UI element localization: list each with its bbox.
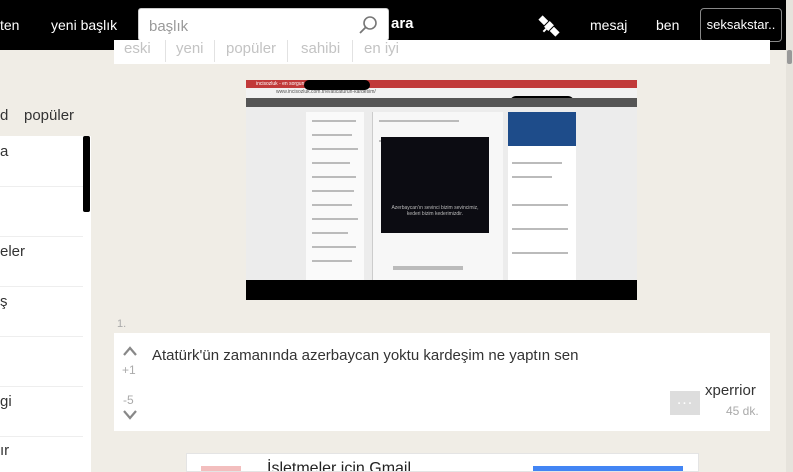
text-line — [312, 148, 358, 150]
search-input[interactable] — [147, 15, 351, 37]
tab-best[interactable]: en iyi — [364, 40, 399, 57]
redaction-bar — [246, 280, 637, 300]
nav-new-topic[interactable]: yeni başlık — [51, 17, 117, 33]
brand-text: ara — [391, 15, 414, 32]
downvote-count: -5 — [123, 393, 134, 407]
page-scrollbar[interactable] — [786, 0, 793, 472]
gmail-logo-icon — [201, 466, 241, 471]
embedded-site-header — [246, 98, 637, 107]
list-divider — [0, 336, 83, 337]
photo-caption: Azerbaycan'ın sevinci bizim sevincimiz, … — [391, 205, 479, 217]
sidebar-tab-popular[interactable]: popüler — [24, 107, 74, 124]
tab-popular[interactable]: popüler — [226, 40, 276, 57]
entry-number: 1. — [117, 318, 127, 330]
sidebar-tab-partial[interactable]: d — [0, 107, 8, 124]
user-menu-button[interactable]: seksakstar.. — [700, 8, 782, 42]
text-line — [312, 232, 348, 234]
tab-owner[interactable]: sahibi — [301, 40, 340, 57]
embedded-site-sidebar — [306, 112, 364, 280]
tab-divider — [214, 40, 215, 62]
text-line — [312, 260, 352, 262]
nav-me[interactable]: ben — [656, 17, 679, 33]
text-line — [312, 204, 352, 206]
text-line — [512, 162, 562, 164]
sidebar-topic-item[interactable]: a — [0, 143, 8, 160]
search-icon[interactable] — [358, 15, 378, 35]
sidebar-topic-list: a eler ş gi ır — [0, 136, 83, 472]
text-line — [312, 246, 356, 248]
embedded-photo: Azerbaycan'ın sevinci bizim sevincimiz, … — [381, 137, 489, 233]
text-line — [512, 204, 568, 206]
tab-divider — [287, 40, 288, 62]
upvote-count: +1 — [122, 363, 136, 377]
pagination-bar — [393, 266, 463, 270]
ad-text: İşletmeler için Gmail — [267, 460, 412, 472]
list-divider — [0, 436, 83, 437]
tab-divider — [352, 40, 353, 62]
entry-embedded-screenshot[interactable]: incisozluk - en sorgun sözlük www.inciso… — [246, 80, 637, 300]
sort-tabs: eski yeni popüler sahibi en iyi — [114, 40, 770, 64]
tab-new[interactable]: yeni — [176, 40, 204, 57]
tab-old[interactable]: eski — [124, 40, 151, 57]
sidebar-topic-item[interactable]: ır — [0, 442, 9, 459]
tab-divider — [165, 40, 166, 62]
text-line — [512, 176, 552, 178]
text-line — [312, 120, 356, 122]
entry-author[interactable]: xperrior — [705, 382, 756, 399]
list-divider — [0, 286, 83, 287]
satellite-icon[interactable] — [535, 12, 563, 40]
text-line — [512, 252, 568, 254]
sidebar-topic-item[interactable]: eler — [0, 243, 25, 260]
sidebar-scrollbar[interactable] — [83, 136, 91, 472]
list-divider — [0, 386, 83, 387]
text-line — [379, 120, 459, 122]
sidebar-topic-item[interactable]: ş — [0, 293, 8, 310]
entry-timestamp[interactable]: 45 dk. — [726, 404, 759, 418]
sidebar-topic-item[interactable]: gi — [0, 393, 12, 410]
ad-cta-button[interactable] — [533, 466, 683, 471]
chevron-down-icon[interactable] — [122, 409, 138, 421]
text-line — [312, 162, 350, 164]
redaction-bar — [304, 80, 370, 90]
text-line — [312, 176, 356, 178]
text-line — [512, 228, 568, 230]
text-line — [312, 190, 354, 192]
nav-messages[interactable]: mesaj — [590, 17, 627, 33]
list-divider — [0, 186, 83, 187]
list-divider — [0, 236, 83, 237]
sidebar-scroll-thumb[interactable] — [83, 136, 90, 212]
nav-link-partial[interactable]: ten — [0, 17, 19, 33]
ad-banner[interactable]: İşletmeler için Gmail — [186, 453, 699, 472]
embedded-ad — [508, 112, 576, 146]
chevron-up-icon[interactable] — [122, 345, 138, 357]
entry-text: Atatürk'ün zamanında azerbaycan yoktu ka… — [152, 347, 579, 364]
text-line — [312, 218, 358, 220]
author-options-button[interactable]: ... — [670, 391, 700, 415]
text-line — [312, 134, 352, 136]
search-box[interactable] — [138, 8, 389, 41]
page-scroll-thumb[interactable] — [787, 50, 792, 64]
